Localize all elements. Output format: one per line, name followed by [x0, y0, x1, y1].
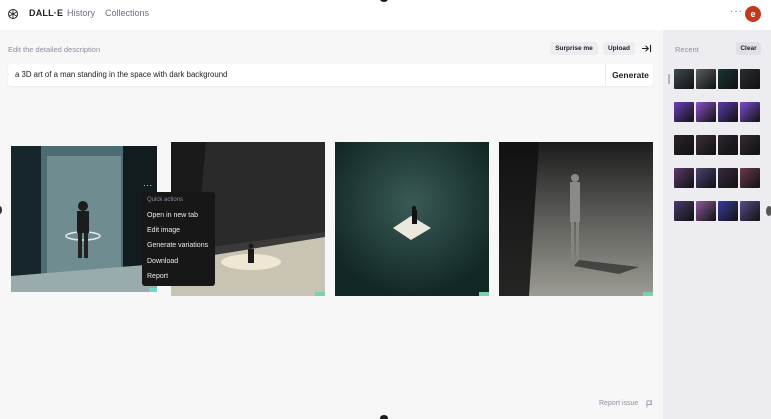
recent-sidebar: Recent Clear [663, 30, 771, 419]
image-more-options-icon[interactable]: ··· [143, 181, 153, 190]
menu-item-download[interactable]: Download [147, 258, 178, 265]
thumb-row [674, 102, 762, 122]
recent-thumbnail[interactable] [718, 168, 738, 188]
recent-thumbnail[interactable] [696, 102, 716, 122]
thumb-row [674, 201, 762, 221]
description-label: Edit the detailed description [8, 45, 101, 54]
recent-thumbnail[interactable] [718, 135, 738, 155]
avatar[interactable]: e [745, 6, 761, 22]
recent-thumbnail[interactable] [674, 69, 694, 89]
recent-thumbnail[interactable] [674, 201, 694, 221]
sidebar-scrollbar[interactable] [668, 74, 670, 84]
thumb-row [674, 135, 762, 155]
recent-thumbnail[interactable] [740, 135, 760, 155]
menu-item-report[interactable]: Report [147, 273, 168, 280]
recent-thumbnail[interactable] [740, 201, 760, 221]
recent-thumbnail[interactable] [740, 102, 760, 122]
top-nav: DALL·E History Collections ··· e [0, 0, 771, 30]
recent-thumbnail[interactable] [696, 135, 716, 155]
quick-actions-title: Quick actions [147, 197, 184, 203]
generate-button[interactable]: Generate [608, 70, 653, 80]
recent-thumbnail[interactable] [718, 201, 738, 221]
menu-item-generate-variations[interactable]: Generate variations [147, 242, 208, 249]
nav-history-link[interactable]: History [67, 8, 95, 18]
more-options-icon[interactable]: ··· [730, 6, 743, 17]
upload-button[interactable]: Upload [603, 42, 635, 55]
recent-thumbnail[interactable] [696, 168, 716, 188]
thumb-row [674, 168, 762, 188]
sidebar-resize-handle[interactable] [766, 206, 771, 216]
recent-thumbnail[interactable] [740, 69, 760, 89]
prompt-divider [605, 64, 606, 86]
flag-icon[interactable] [646, 400, 653, 408]
window-notch-bottom [380, 415, 388, 419]
recent-label: Recent [675, 45, 699, 54]
recent-thumbnail[interactable] [696, 201, 716, 221]
collapse-sidebar-icon[interactable] [641, 44, 652, 53]
nav-collections-link[interactable]: Collections [105, 8, 149, 18]
recent-thumbnail[interactable] [674, 168, 694, 188]
report-issue-link[interactable]: Report issue [599, 400, 638, 407]
recent-thumbnail[interactable] [674, 135, 694, 155]
clear-button[interactable]: Clear [736, 42, 761, 55]
recent-thumbnail[interactable] [718, 102, 738, 122]
prompt-input[interactable]: a 3D art of a man standing in the space … [15, 70, 227, 79]
recent-thumbnail[interactable] [674, 102, 694, 122]
recent-thumbnail[interactable] [696, 69, 716, 89]
generated-image-1[interactable] [11, 146, 157, 292]
recent-thumbnail[interactable] [740, 168, 760, 188]
menu-item-edit-image[interactable]: Edit image [147, 227, 180, 234]
surprise-me-button[interactable]: Surprise me [550, 42, 598, 55]
recent-thumbnail[interactable] [718, 69, 738, 89]
recent-thumbnail-grid [674, 69, 762, 234]
quick-actions-menu: Quick actions Open in new tab Edit image… [142, 192, 215, 286]
brand-title[interactable]: DALL·E [29, 8, 63, 18]
generated-image-4[interactable] [499, 142, 653, 296]
thumb-row [674, 69, 762, 89]
openai-logo-icon[interactable] [7, 8, 19, 20]
prompt-input-container: a 3D art of a man standing in the space … [8, 64, 653, 86]
menu-item-open-new-tab[interactable]: Open in new tab [147, 212, 198, 219]
generated-image-3[interactable] [335, 142, 489, 296]
